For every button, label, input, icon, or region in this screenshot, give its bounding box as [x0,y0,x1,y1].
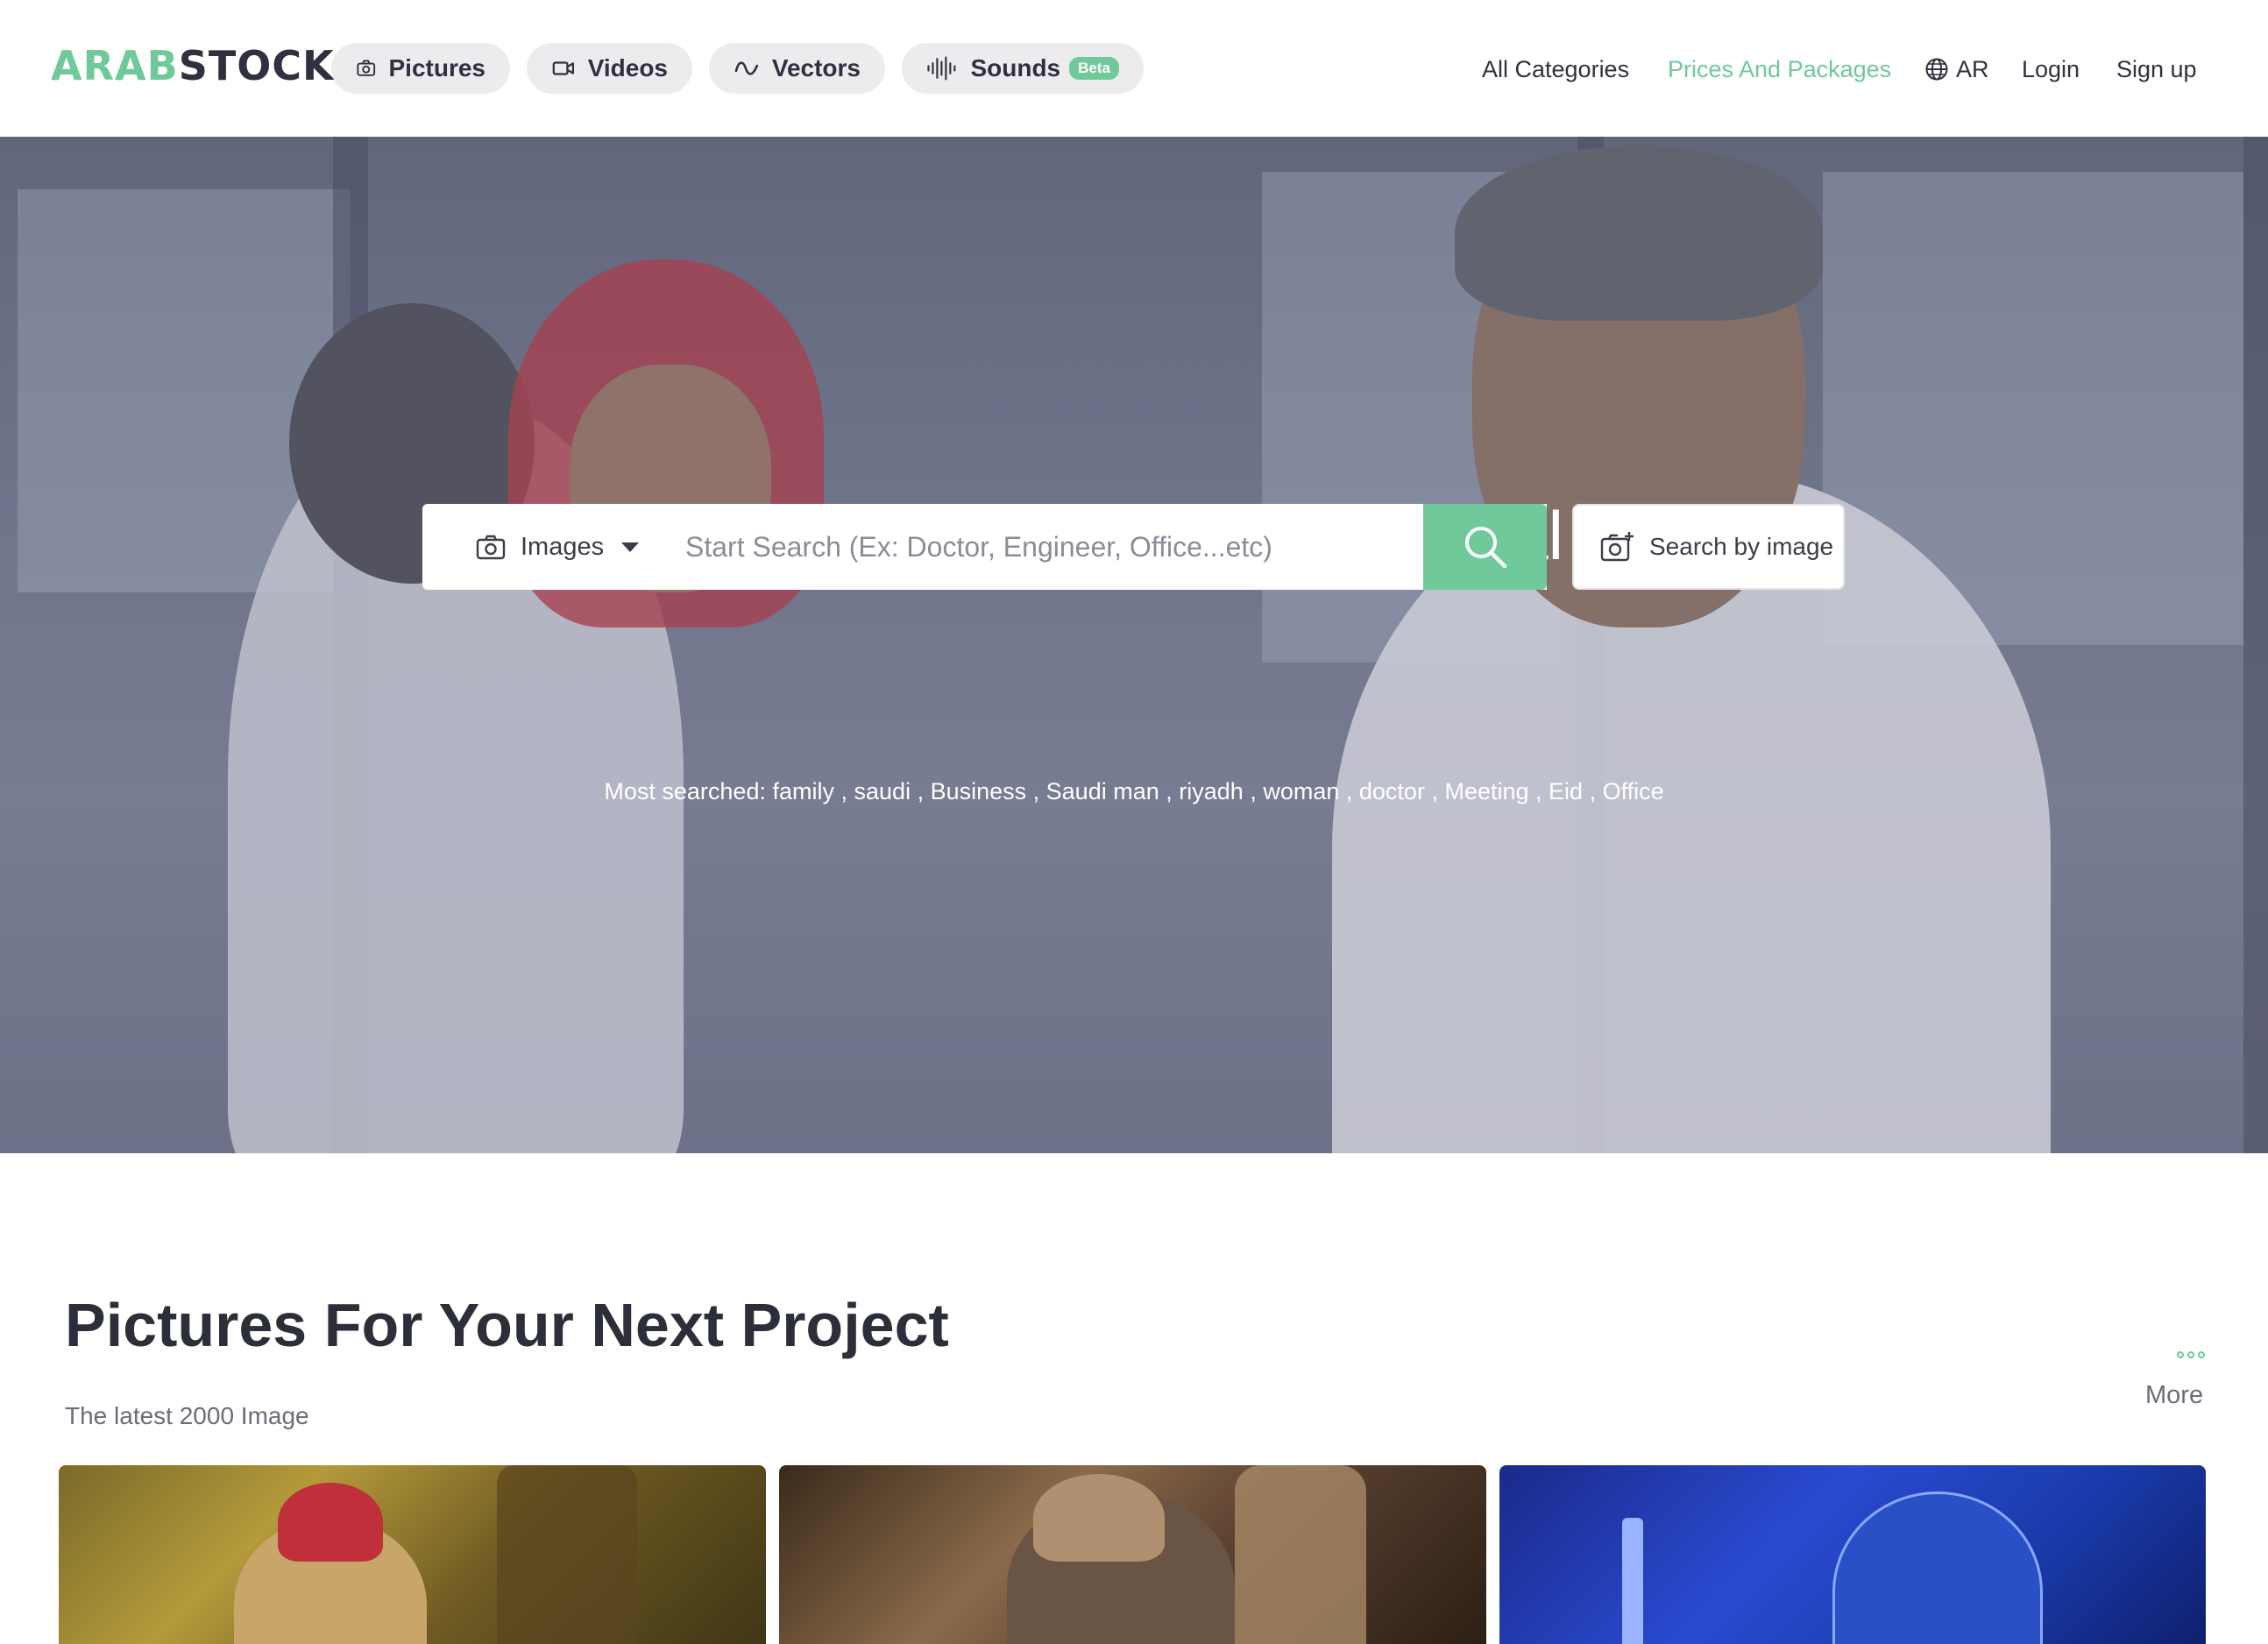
category-vectors-label: Vectors [771,54,861,81]
most-searched-tag[interactable]: doctor [1359,778,1425,804]
card-palm-trunk [1235,1465,1366,1644]
category-videos-label: Videos [587,54,668,81]
most-searched: Most searched: family , saudi , Business… [604,778,1664,804]
language-label: AR [1956,56,1989,82]
category-pictures-label: Pictures [388,54,486,81]
most-searched-tag[interactable]: Eid [1549,778,1583,804]
most-searched-tag[interactable]: family [772,778,834,804]
top-header: ARABSTOCK Pictures Videos Vectors Sounds… [0,0,2268,137]
most-searched-tag[interactable]: Business [931,778,1027,804]
search-type-dropdown[interactable]: Images [422,504,677,590]
category-videos-button[interactable]: Videos [527,43,692,94]
category-vectors-button[interactable]: Vectors [709,43,885,94]
wave-icon [734,61,759,75]
section-title: Pictures For Your Next Project [65,1291,949,1359]
most-searched-tag[interactable]: saudi [854,778,911,804]
hero-overlay [0,137,2268,1153]
nav-prices-and-packages[interactable]: Prices And Packages [1668,54,1891,84]
section-subtitle: The latest 2000 Image [65,1402,309,1429]
search-bar: Images [422,504,1547,590]
category-sounds-button[interactable]: Sounds Beta [902,43,1144,94]
more-link[interactable]: More [2145,1381,2203,1410]
search-button[interactable] [1423,504,1547,590]
camera-plus-icon [1600,532,1634,562]
nav-all-categories[interactable]: All Categories [1482,54,1629,84]
category-sounds-label: Sounds [970,54,1061,81]
sound-wave-icon [927,56,956,81]
most-searched-tag[interactable]: Saudi man [1046,778,1159,804]
most-searched-tag[interactable]: riyadh [1179,778,1244,804]
beta-badge: Beta [1069,57,1119,80]
card-figure-headwear [1033,1474,1165,1562]
card-palm-trunk [497,1465,637,1644]
search-by-image-label: Search by image [1649,533,1834,560]
image-card[interactable] [779,1465,1486,1644]
card-figure-vr [1832,1492,2043,1644]
camera-icon [476,535,506,560]
logo-part-stock: STOCK [178,42,335,89]
search-input[interactable] [677,504,1547,590]
globe-icon [1925,58,1948,81]
camera-icon [357,60,376,76]
nav-login[interactable]: Login [2022,54,2080,84]
logo-part-arab: ARAB [51,42,179,89]
most-searched-tag[interactable]: Office [1603,778,1664,804]
hero-banner: The Largest Real Gulf Arabic Digital Lib… [0,137,2268,1153]
image-card[interactable] [59,1465,766,1644]
search-icon [1464,527,1506,569]
card-tower [1622,1518,1643,1644]
video-camera-icon [552,61,575,75]
card-figure-shemagh [278,1483,383,1562]
more-dots-icon[interactable] [2177,1351,2205,1358]
nav-signup[interactable]: Sign up [2116,54,2197,84]
search-type-label: Images [521,532,605,561]
chevron-down-icon [621,542,640,552]
search-by-image-button[interactable]: Search by image [1572,504,1845,590]
language-switcher[interactable]: AR [1924,54,1989,84]
category-pictures-button[interactable]: Pictures [331,43,510,94]
most-searched-label: Most searched: [604,778,766,804]
most-searched-tag[interactable]: Meeting [1444,778,1528,804]
image-card[interactable] [1499,1465,2206,1644]
arabstock-logo[interactable]: ARABSTOCK [51,44,335,88]
most-searched-tag[interactable]: woman [1263,778,1339,804]
